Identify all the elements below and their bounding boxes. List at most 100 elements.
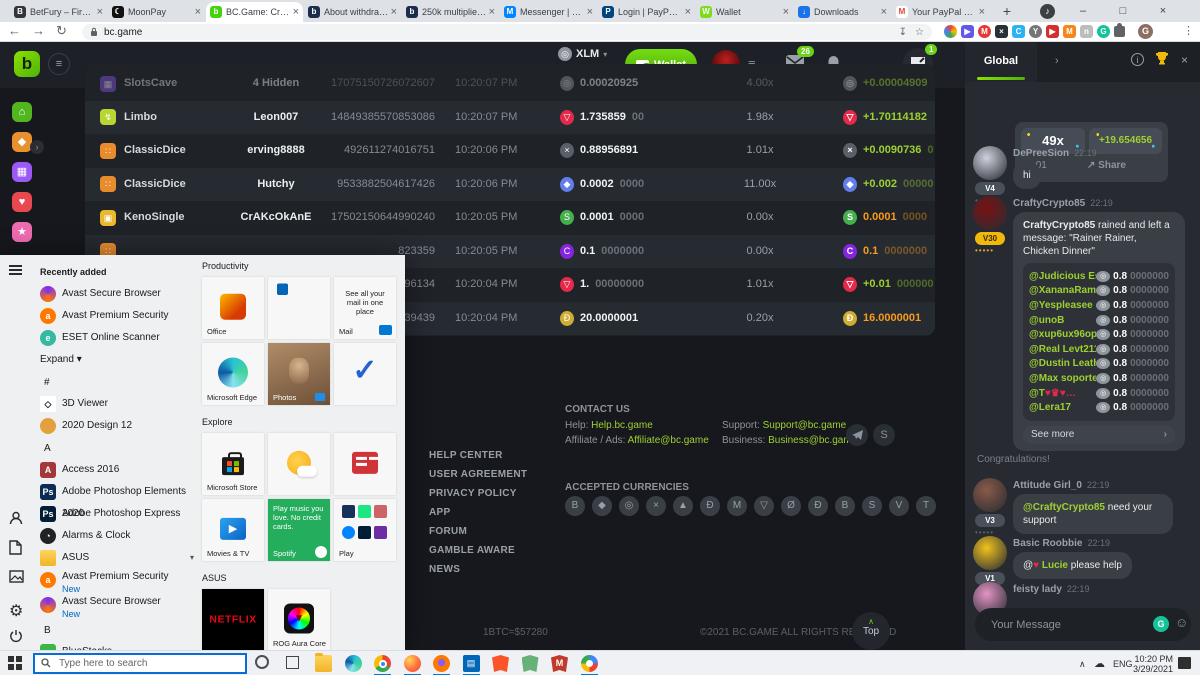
footer-link[interactable]: NEWS xyxy=(429,564,460,575)
tab-close-icon[interactable]: × xyxy=(489,6,495,18)
app-list-letter[interactable]: B xyxy=(34,619,198,641)
start-button[interactable] xyxy=(8,656,22,670)
chat-username[interactable]: Attitude Girl_022:19 xyxy=(1013,480,1109,491)
grammarly-extension-icon[interactable]: G xyxy=(1097,25,1110,38)
avatar[interactable] xyxy=(973,146,1007,180)
window-maximize-button[interactable]: □ xyxy=(1103,0,1143,22)
new-tab-button[interactable]: + xyxy=(995,3,1019,21)
start-menu-app[interactable]: AAccess 2016 xyxy=(34,459,198,481)
emoji-icon[interactable]: ☺ xyxy=(1175,615,1188,630)
tile-todo[interactable]: ✓ xyxy=(334,343,396,405)
cortana-icon[interactable] xyxy=(255,655,269,669)
tile-office[interactable]: Office xyxy=(202,277,264,339)
rain-username[interactable]: @Max soporte xyxy=(1029,373,1096,384)
bet-row[interactable]: ↯LimboLeon0071484938557085308610:20:07 P… xyxy=(85,101,935,134)
tab-close-icon[interactable]: × xyxy=(293,6,299,18)
media-controls-icon[interactable]: ♪ xyxy=(1040,4,1055,19)
browser-tab[interactable]: bBC.Game: Crypto C× xyxy=(206,2,303,22)
tab-close-icon[interactable]: × xyxy=(685,6,691,18)
tile-play[interactable]: Play xyxy=(334,499,396,561)
notification-center-icon[interactable] xyxy=(1178,657,1191,669)
tab-close-icon[interactable]: × xyxy=(97,6,103,18)
extension-icon[interactable]: × xyxy=(995,25,1008,38)
tab-close-icon[interactable]: × xyxy=(783,6,789,18)
chat-username[interactable]: Basic Roobbie22:19 xyxy=(1013,538,1110,549)
start-menu-app[interactable]: ◔Alarms & Clock xyxy=(34,525,198,547)
power-icon[interactable] xyxy=(9,629,25,645)
share-button[interactable]: ↗ Share xyxy=(1087,160,1126,171)
trophy-icon[interactable] xyxy=(1155,51,1169,68)
chrome-profile-icon[interactable] xyxy=(581,655,598,672)
sidebar-item-originals[interactable]: ♥ xyxy=(12,192,32,212)
contact-link[interactable]: Support@bc.game xyxy=(763,420,847,431)
start-menu-app[interactable]: aAvast Premium SecurityNew xyxy=(34,569,198,594)
extension-icon[interactable]: Y xyxy=(1029,25,1042,38)
tile-photos[interactable]: Photos xyxy=(268,343,330,405)
rain-username[interactable]: @T xyxy=(1029,388,1045,399)
footer-link[interactable]: APP xyxy=(429,507,450,518)
language-indicator[interactable]: ENG xyxy=(1113,659,1133,669)
mcafee-icon[interactable]: M xyxy=(551,655,568,672)
see-more-button[interactable]: See more› xyxy=(1023,426,1175,444)
chrome-icon[interactable] xyxy=(374,655,391,672)
extension-icon[interactable]: M xyxy=(978,25,991,38)
sidebar-item-promotions[interactable]: ★ xyxy=(12,222,32,242)
avast-browser-icon[interactable] xyxy=(433,655,450,672)
tab-close-icon[interactable]: × xyxy=(195,6,201,18)
rain-username[interactable]: @Real Levt211 xyxy=(1029,344,1096,355)
start-menu-app[interactable]: ◇3D Viewer xyxy=(34,393,198,415)
bcgame-logo[interactable]: b xyxy=(14,51,40,77)
chat-info-icon[interactable]: i xyxy=(1131,53,1144,66)
sidebar-item-home[interactable]: ⌂ xyxy=(12,102,32,122)
reload-button[interactable]: ↻ xyxy=(56,23,67,39)
tile-edge[interactable]: Microsoft Edge xyxy=(202,343,264,405)
start-menu-app[interactable]: Avast Secure Browser xyxy=(34,283,198,305)
browser-tab[interactable]: ↓Downloads× xyxy=(794,2,891,22)
browser-tab[interactable]: MMessenger | Faceb× xyxy=(500,2,597,22)
avatar[interactable] xyxy=(973,536,1007,570)
rain-username[interactable]: @Lera17 xyxy=(1029,402,1071,413)
browser-tab[interactable]: b250k multiplier - Sl× xyxy=(402,2,499,22)
sidebar-expand-icon[interactable]: › xyxy=(30,140,44,154)
sidebar-item-slots[interactable]: ▦ xyxy=(12,162,32,182)
skype-icon[interactable]: S xyxy=(873,424,895,446)
mention[interactable]: Lucie xyxy=(1039,560,1068,571)
start-menu-app[interactable]: ASUS▾ xyxy=(34,547,198,569)
contact-link[interactable]: Help.bc.game xyxy=(591,420,653,431)
bookmark-star-icon[interactable]: ☆ xyxy=(915,27,924,38)
onedrive-cloud-icon[interactable]: ☁ xyxy=(1094,657,1105,670)
tile-m365[interactable] xyxy=(268,277,330,339)
browser-tab[interactable]: bAbout withdraw. | B× xyxy=(304,2,401,22)
rain-username[interactable]: @unoB xyxy=(1029,315,1064,326)
task-view-icon[interactable] xyxy=(286,656,299,669)
browser-tab[interactable]: MYour PayPal verific× xyxy=(892,2,989,22)
tab-global[interactable]: Global xyxy=(965,42,1037,82)
browser-profile-avatar[interactable]: G xyxy=(1138,24,1153,39)
menu-icon[interactable] xyxy=(9,263,25,279)
rain-username[interactable]: @Yespleasee xyxy=(1029,300,1093,311)
tab-close-icon[interactable]: × xyxy=(979,6,985,18)
tile-store[interactable]: Microsoft Store xyxy=(202,433,264,495)
tile-weather[interactable] xyxy=(268,433,330,495)
start-menu-app[interactable]: eESET Online Scanner xyxy=(34,327,198,349)
telegram-icon[interactable] xyxy=(846,424,868,446)
tab-close-icon[interactable]: × xyxy=(881,6,887,18)
footer-link[interactable]: GAMBLE AWARE xyxy=(429,545,515,556)
footer-link[interactable]: PRIVACY POLICY xyxy=(429,488,517,499)
sidebar-item-casino[interactable]: ◆ xyxy=(12,132,32,152)
tile-netflix[interactable]: NETFLIX xyxy=(202,589,264,651)
bet-row[interactable]: ∷ClassicDiceerving888849261127401675110:… xyxy=(85,134,935,167)
footer-link[interactable]: FORUM xyxy=(429,526,467,537)
adguard-icon[interactable] xyxy=(522,655,539,672)
browser-tab[interactable]: PLogin | PayPal Prep× xyxy=(598,2,695,22)
extension-icon[interactable]: n xyxy=(1080,25,1093,38)
brave-icon[interactable] xyxy=(492,655,509,672)
window-close-button[interactable]: × xyxy=(1143,0,1183,22)
documents-icon[interactable] xyxy=(9,540,25,556)
taskbar-search-input[interactable] xyxy=(33,653,247,674)
app-list-letter[interactable]: # xyxy=(34,371,198,393)
firefox-icon[interactable] xyxy=(404,655,421,672)
tab-close-icon[interactable]: × xyxy=(587,6,593,18)
footer-link[interactable]: HELP CENTER xyxy=(429,450,503,461)
settings-gear-icon[interactable]: ⚙ xyxy=(9,601,25,617)
